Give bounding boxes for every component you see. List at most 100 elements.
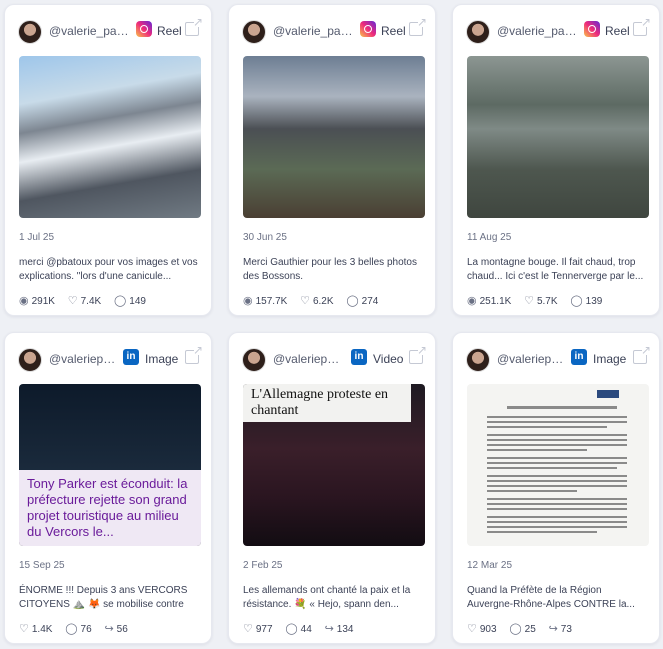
post-stats: ♡ 977 ◯ 44 ↪ 134 (243, 622, 363, 635)
instagram-icon (136, 21, 152, 37)
linkedin-icon: in (571, 349, 587, 365)
author-handle[interactable]: @valerie_pau... (273, 24, 355, 38)
comment-icon: ◯ (346, 295, 359, 307)
heart-icon: ♡ (19, 623, 29, 635)
post-media[interactable] (467, 384, 649, 546)
post-card[interactable]: @valerie_pau... Reel 30 Jun 25 Merci Gau… (228, 4, 436, 316)
image-headline: Tony Parker est éconduit: la préfecture … (19, 470, 201, 546)
comments-count: 44 (300, 624, 312, 635)
post-stats: ◉ 157.7K ♡ 6.2K ◯ 274 (243, 294, 388, 307)
external-link-icon[interactable] (633, 15, 651, 36)
post-stats: ♡ 903 ◯ 25 ↪ 73 (467, 622, 582, 635)
likes-count: 5.7K (536, 296, 558, 307)
comment-icon: ◯ (285, 623, 298, 635)
views-count: 291K (31, 296, 55, 307)
card-header: @valeriepa... in Image (453, 333, 659, 383)
avatar[interactable] (466, 348, 490, 372)
author-handle[interactable]: @valeriepa... (497, 352, 567, 366)
post-type: Video (373, 352, 404, 366)
post-caption: La montagne bouge. Il fait chaud, trop c… (467, 257, 644, 282)
heart-icon: ♡ (467, 623, 477, 635)
post-type: Reel (157, 24, 182, 38)
comments-count: 274 (361, 296, 379, 307)
post-date: 15 Sep 25 (19, 560, 65, 571)
views-count: 157.7K (255, 296, 288, 307)
shares-count: 73 (560, 624, 572, 635)
eye-icon: ◉ (243, 295, 253, 307)
comments-count: 139 (585, 296, 603, 307)
post-stats: ◉ 251.1K ♡ 5.7K ◯ 139 (467, 294, 612, 307)
instagram-icon (360, 21, 376, 37)
post-stats: ◉ 291K ♡ 7.4K ◯ 149 (19, 294, 156, 307)
comment-icon: ◯ (113, 295, 127, 307)
image-headline: L'Allemagne proteste en chantant (243, 384, 411, 422)
external-link-icon[interactable] (409, 15, 427, 36)
author-handle[interactable]: @valerie_pau... (497, 24, 579, 38)
post-card[interactable]: @valeriepa... in Image 12 Mar 25 Quand l… (452, 332, 660, 644)
external-link-icon[interactable] (409, 343, 427, 364)
comments-count: 149 (129, 296, 146, 307)
heart-icon: ♡ (243, 623, 253, 635)
external-link-icon[interactable] (185, 15, 203, 36)
post-media[interactable] (243, 56, 425, 218)
avatar[interactable] (18, 348, 42, 372)
post-card[interactable]: @valeriepa... in Video L'Allemagne prote… (228, 332, 436, 644)
shares-count: 56 (116, 624, 128, 635)
likes-count: 1.4K (31, 624, 53, 635)
post-date: 30 Jun 25 (243, 232, 287, 243)
card-header: @valeriepa... in Image (5, 333, 211, 383)
heart-icon: ♡ (524, 295, 534, 307)
likes-count: 6.2K (312, 296, 334, 307)
avatar[interactable] (242, 20, 266, 44)
instagram-icon (584, 21, 600, 37)
post-type: Reel (605, 24, 630, 38)
heart-icon: ♡ (300, 295, 310, 307)
post-date: 1 Jul 25 (19, 232, 55, 243)
shares-count: 134 (336, 624, 354, 635)
post-media[interactable]: L'Allemagne proteste en chantant (243, 384, 425, 546)
card-header: @valeriepa... in Video (229, 333, 435, 383)
likes-count: 977 (255, 624, 273, 635)
post-caption: Merci Gauthier pour les 3 belles photos … (243, 257, 417, 282)
comments-count: 25 (524, 624, 536, 635)
author-handle[interactable]: @valerie_pau... (49, 24, 131, 38)
linkedin-icon: in (351, 349, 367, 365)
post-caption: Quand la Préfète de la Région Auvergne-R… (467, 585, 635, 610)
post-stats: ♡ 1.4K ◯ 76 ↪ 56 (19, 622, 138, 635)
comment-icon: ◯ (570, 295, 583, 307)
share-icon: ↪ (104, 623, 114, 635)
post-card[interactable]: @valerie_pau... Reel 11 Aug 25 La montag… (452, 4, 660, 316)
avatar[interactable] (242, 348, 266, 372)
post-date: 11 Aug 25 (467, 232, 512, 243)
likes-count: 903 (479, 624, 497, 635)
comment-icon: ◯ (65, 623, 78, 635)
card-header: @valerie_pau... Reel (453, 5, 659, 55)
author-handle[interactable]: @valeriepa... (273, 352, 343, 366)
post-date: 2 Feb 25 (243, 560, 283, 571)
external-link-icon[interactable] (185, 343, 203, 364)
post-media[interactable] (19, 56, 201, 218)
card-header: @valerie_pau... Reel (229, 5, 435, 55)
avatar[interactable] (18, 20, 42, 44)
author-handle[interactable]: @valeriepa... (49, 352, 119, 366)
post-card[interactable]: @valeriepa... in Image Tony Parker est é… (4, 332, 212, 644)
post-date: 12 Mar 25 (467, 560, 513, 571)
post-caption: merci @pbatoux pour vos images et vos ex… (19, 257, 198, 282)
post-caption: ÉNORME !!! Depuis 3 ans VERCORS CITOYENS… (19, 585, 188, 610)
post-type: Reel (381, 24, 406, 38)
post-card[interactable]: @valerie_pau... Reel 1 Jul 25 merci @pba… (4, 4, 212, 316)
card-header: @valerie_pau... Reel (5, 5, 211, 55)
post-type: Image (145, 352, 179, 366)
share-icon: ↪ (324, 623, 334, 635)
avatar[interactable] (466, 20, 490, 44)
linkedin-icon: in (123, 349, 139, 365)
likes-count: 7.4K (80, 296, 102, 307)
external-link-icon[interactable] (633, 343, 651, 364)
post-media[interactable]: Tony Parker est éconduit: la préfecture … (19, 384, 201, 546)
comment-icon: ◯ (509, 623, 522, 635)
post-media[interactable] (467, 56, 649, 218)
eye-icon: ◉ (467, 295, 477, 307)
views-count: 251.1K (479, 296, 512, 307)
post-caption: Les allemands ont chanté la paix et la r… (243, 585, 411, 610)
post-type: Image (593, 352, 627, 366)
